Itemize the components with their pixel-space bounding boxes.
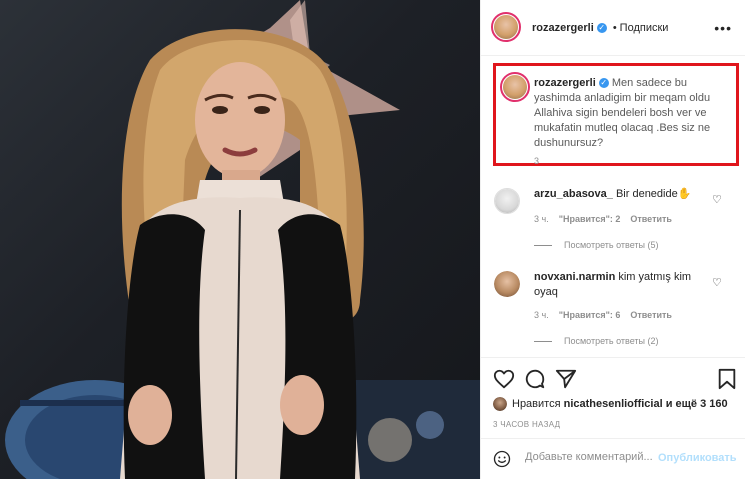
comment-like-heart-icon[interactable]: ♡ [712,193,722,206]
comment-item: novxani.narmin kim yatmış kim oyaq ♡ 3 ч… [481,268,745,350]
liker-avatar[interactable] [493,397,507,411]
author-username[interactable]: rozazergerli [532,22,594,34]
caption: rozazergerli ✓ Men sadece bu yashimda anl… [534,76,724,151]
comment-meta: 3 ч. "Нравится": 6 Ответить [534,310,682,320]
post-photo[interactable] [0,0,480,479]
view-replies-label[interactable]: Посмотреть ответы (5) [564,240,659,250]
commenter-avatar[interactable] [494,271,520,297]
author-avatar[interactable] [491,12,521,42]
comment-likes[interactable]: "Нравится": 6 [559,310,621,320]
share-icon[interactable] [555,368,577,390]
bookmark-icon[interactable] [716,368,738,390]
comment-icon[interactable] [524,368,546,390]
liker-username[interactable]: nicathesenliofficial [564,398,663,410]
comment-time[interactable]: 3 ч. [534,214,549,224]
add-comment-bar: Опубликовать [481,438,745,478]
commenter-username[interactable]: novxani.narmin [534,271,615,283]
comment-likes[interactable]: "Нравится": 2 [559,214,621,224]
view-replies-label[interactable]: Посмотреть ответы (2) [564,336,659,346]
follow-separator: • [612,22,617,34]
more-options-icon[interactable]: ••• [714,20,732,36]
verified-badge-icon: ✓ [598,78,609,89]
comment-text: Bir denedide✋ [615,188,692,200]
post-header: rozazergerli ✓ • Подписки ••• [481,0,745,56]
likes-more[interactable]: и ещё 3 160 [666,398,728,410]
replies-dash [534,245,552,247]
comment-body: novxani.narmin kim yatmış kim oyaq [534,270,709,300]
emoji-icon[interactable] [493,450,511,468]
photo-illustration [5,0,480,479]
comment-like-heart-icon[interactable]: ♡ [712,276,722,289]
reply-button[interactable]: Ответить [630,214,672,224]
verified-badge-icon: ✓ [596,23,607,34]
comment-item: arzu_abasova_ Bir denedide✋ ♡ 3 ч. "Нрави… [481,184,745,254]
reply-button[interactable]: Ответить [630,310,672,320]
commenter-username[interactable]: arzu_abasova_ [534,188,613,200]
comment-time[interactable]: 3 ч. [534,310,549,320]
caption-time[interactable]: 3 [534,156,539,166]
comment-input[interactable] [525,451,657,463]
post-side-panel: rozazergerli ✓ • Подписки ••• rozazergerli… [480,0,745,479]
following-button[interactable]: Подписки [620,22,669,34]
heart-icon[interactable] [493,368,515,390]
caption-username[interactable]: rozazergerli [534,77,596,89]
comment-meta: 3 ч. "Нравится": 2 Ответить [534,214,682,224]
replies-dash [534,341,552,343]
commenter-avatar[interactable] [494,188,520,214]
instagram-post: rozazergerli ✓ • Подписки ••• rozazergerli… [0,0,745,479]
likes-line: Нравится nicathesenliofficial и ещё 3 16… [493,397,728,411]
post-actions: Нравится nicathesenliofficial и ещё 3 16… [481,357,745,477]
comment-body: arzu_abasova_ Bir denedide✋ [534,187,709,202]
likes-prefix: Нравится [512,397,561,410]
publish-button[interactable]: Опубликовать [658,452,737,464]
author-line: rozazergerli ✓ • Подписки [532,22,668,34]
caption-avatar[interactable] [500,72,530,102]
view-replies[interactable]: Посмотреть ответы (2) [534,336,659,346]
view-replies[interactable]: Посмотреть ответы (5) [534,240,659,250]
posted-ago[interactable]: 3 ЧАСОВ НАЗАД [493,420,560,429]
